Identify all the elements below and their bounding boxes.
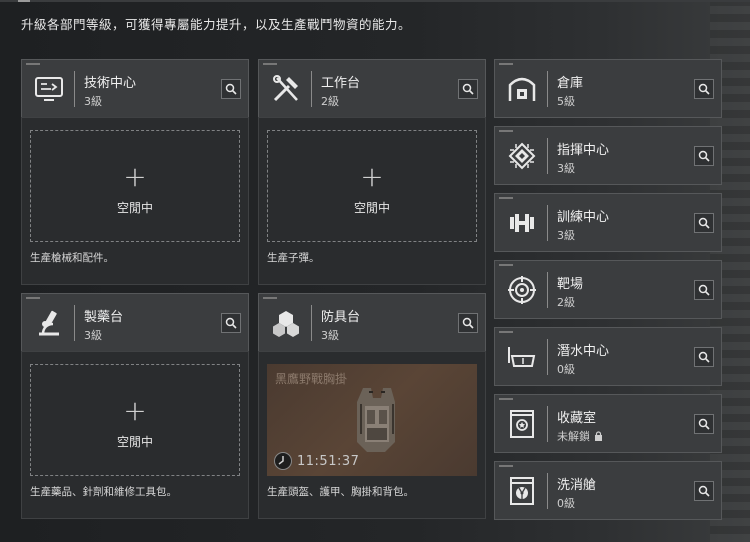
card-body: + 空閒中 生產藥品、針劑和維修工具包。 (21, 351, 249, 519)
department-level: 0級 (557, 497, 575, 510)
diving-mask-icon (503, 340, 541, 374)
production-in-progress[interactable]: 黑鷹野戰胸掛 11:51:37 (267, 364, 477, 476)
department-level: 3級 (321, 329, 339, 342)
vest-image (357, 388, 395, 452)
radiation-booth-icon (503, 474, 541, 508)
cubes-icon (267, 306, 305, 340)
department-level: 3級 (84, 329, 102, 342)
department-level: 2級 (321, 95, 339, 108)
department-name: 潛水中心 (557, 344, 610, 359)
department-name: 靶場 (557, 277, 584, 292)
department-level: 3級 (557, 229, 575, 242)
clock-icon (274, 452, 292, 470)
target-icon (503, 273, 541, 307)
computer-icon (30, 72, 68, 106)
card-header[interactable]: 工作台 2級 (258, 59, 486, 118)
department-level: 3級 (84, 95, 102, 108)
search-icon[interactable] (221, 313, 241, 333)
department-collection-room[interactable]: 收藏室 未解鎖 (494, 394, 722, 453)
department-shooting-range[interactable]: 靶場 2級 (494, 260, 722, 319)
department-warehouse[interactable]: 倉庫 5級 (494, 59, 722, 118)
department-name: 訓練中心 (557, 210, 610, 225)
product-name: 黑鷹野戰胸掛 (275, 372, 348, 386)
top-divider (0, 0, 750, 2)
department-command-center[interactable]: 指揮中心 3級 (494, 126, 722, 185)
plus-icon: + (360, 160, 384, 193)
department-level: 0級 (557, 363, 575, 376)
plus-icon: + (123, 160, 147, 193)
search-icon[interactable] (694, 280, 714, 300)
chip-icon (503, 139, 541, 173)
department-name: 倉庫 (557, 76, 584, 91)
search-icon[interactable] (458, 313, 478, 333)
slot-status: 空閒中 (116, 201, 153, 215)
slot-status: 空閒中 (353, 201, 390, 215)
production-description: 生產槍械和配件。 (30, 252, 114, 264)
department-name: 洗消艙 (557, 478, 597, 493)
production-timer: 11:51:37 (297, 454, 360, 469)
tools-icon (267, 72, 305, 106)
department-name: 收藏室 (557, 411, 597, 426)
plus-icon: + (123, 394, 147, 427)
slot-status: 空閒中 (116, 435, 153, 449)
department-level: 5級 (557, 95, 575, 108)
search-icon[interactable] (694, 414, 714, 434)
trophy-case-icon (503, 407, 541, 441)
department-level: 3級 (557, 162, 575, 175)
department-name: 工作台 (321, 76, 361, 91)
card-header[interactable]: 防具台 3級 (258, 293, 486, 352)
search-icon[interactable] (694, 146, 714, 166)
locked-status: 未解鎖 (557, 430, 590, 443)
search-icon[interactable] (221, 79, 241, 99)
search-icon[interactable] (694, 481, 714, 501)
search-icon[interactable] (458, 79, 478, 99)
card-body: + 空閒中 生產子彈。 (258, 117, 486, 285)
search-icon[interactable] (694, 347, 714, 367)
department-name: 指揮中心 (557, 143, 610, 158)
microscope-icon (30, 306, 68, 340)
production-description: 生產子彈。 (267, 252, 320, 264)
department-level: 2級 (557, 296, 575, 309)
department-name: 技術中心 (84, 76, 137, 91)
lock-icon (595, 431, 602, 441)
search-icon[interactable] (694, 79, 714, 99)
production-slot[interactable]: + 空閒中 (30, 130, 240, 242)
department-diving-center[interactable]: 潛水中心 0級 (494, 327, 722, 386)
dumbbell-icon (503, 206, 541, 240)
search-icon[interactable] (694, 213, 714, 233)
department-name: 製藥台 (84, 310, 124, 325)
production-slot[interactable]: + 空閒中 (30, 364, 240, 476)
card-body: 黑鷹野戰胸掛 11:51:37 生產頭盔、護甲、胸掛和背包。 (258, 351, 486, 519)
department-name: 防具台 (321, 310, 361, 325)
warehouse-icon (503, 72, 541, 106)
card-header[interactable]: 技術中心 3級 (21, 59, 249, 118)
production-description: 生產頭盔、護甲、胸掛和背包。 (267, 486, 414, 498)
page-description: 升級各部門等級，可獲得專屬能力提升，以及生產戰鬥物資的能力。 (21, 17, 412, 32)
department-training-center[interactable]: 訓練中心 3級 (494, 193, 722, 252)
production-slot[interactable]: + 空閒中 (267, 130, 477, 242)
production-description: 生產藥品、針劑和維修工具包。 (30, 486, 177, 498)
department-decontamination[interactable]: 洗消艙 0級 (494, 461, 722, 520)
card-body: + 空閒中 生產槍械和配件。 (21, 117, 249, 285)
department-level: 未解鎖 (557, 428, 603, 444)
card-header[interactable]: 製藥台 3級 (21, 293, 249, 352)
